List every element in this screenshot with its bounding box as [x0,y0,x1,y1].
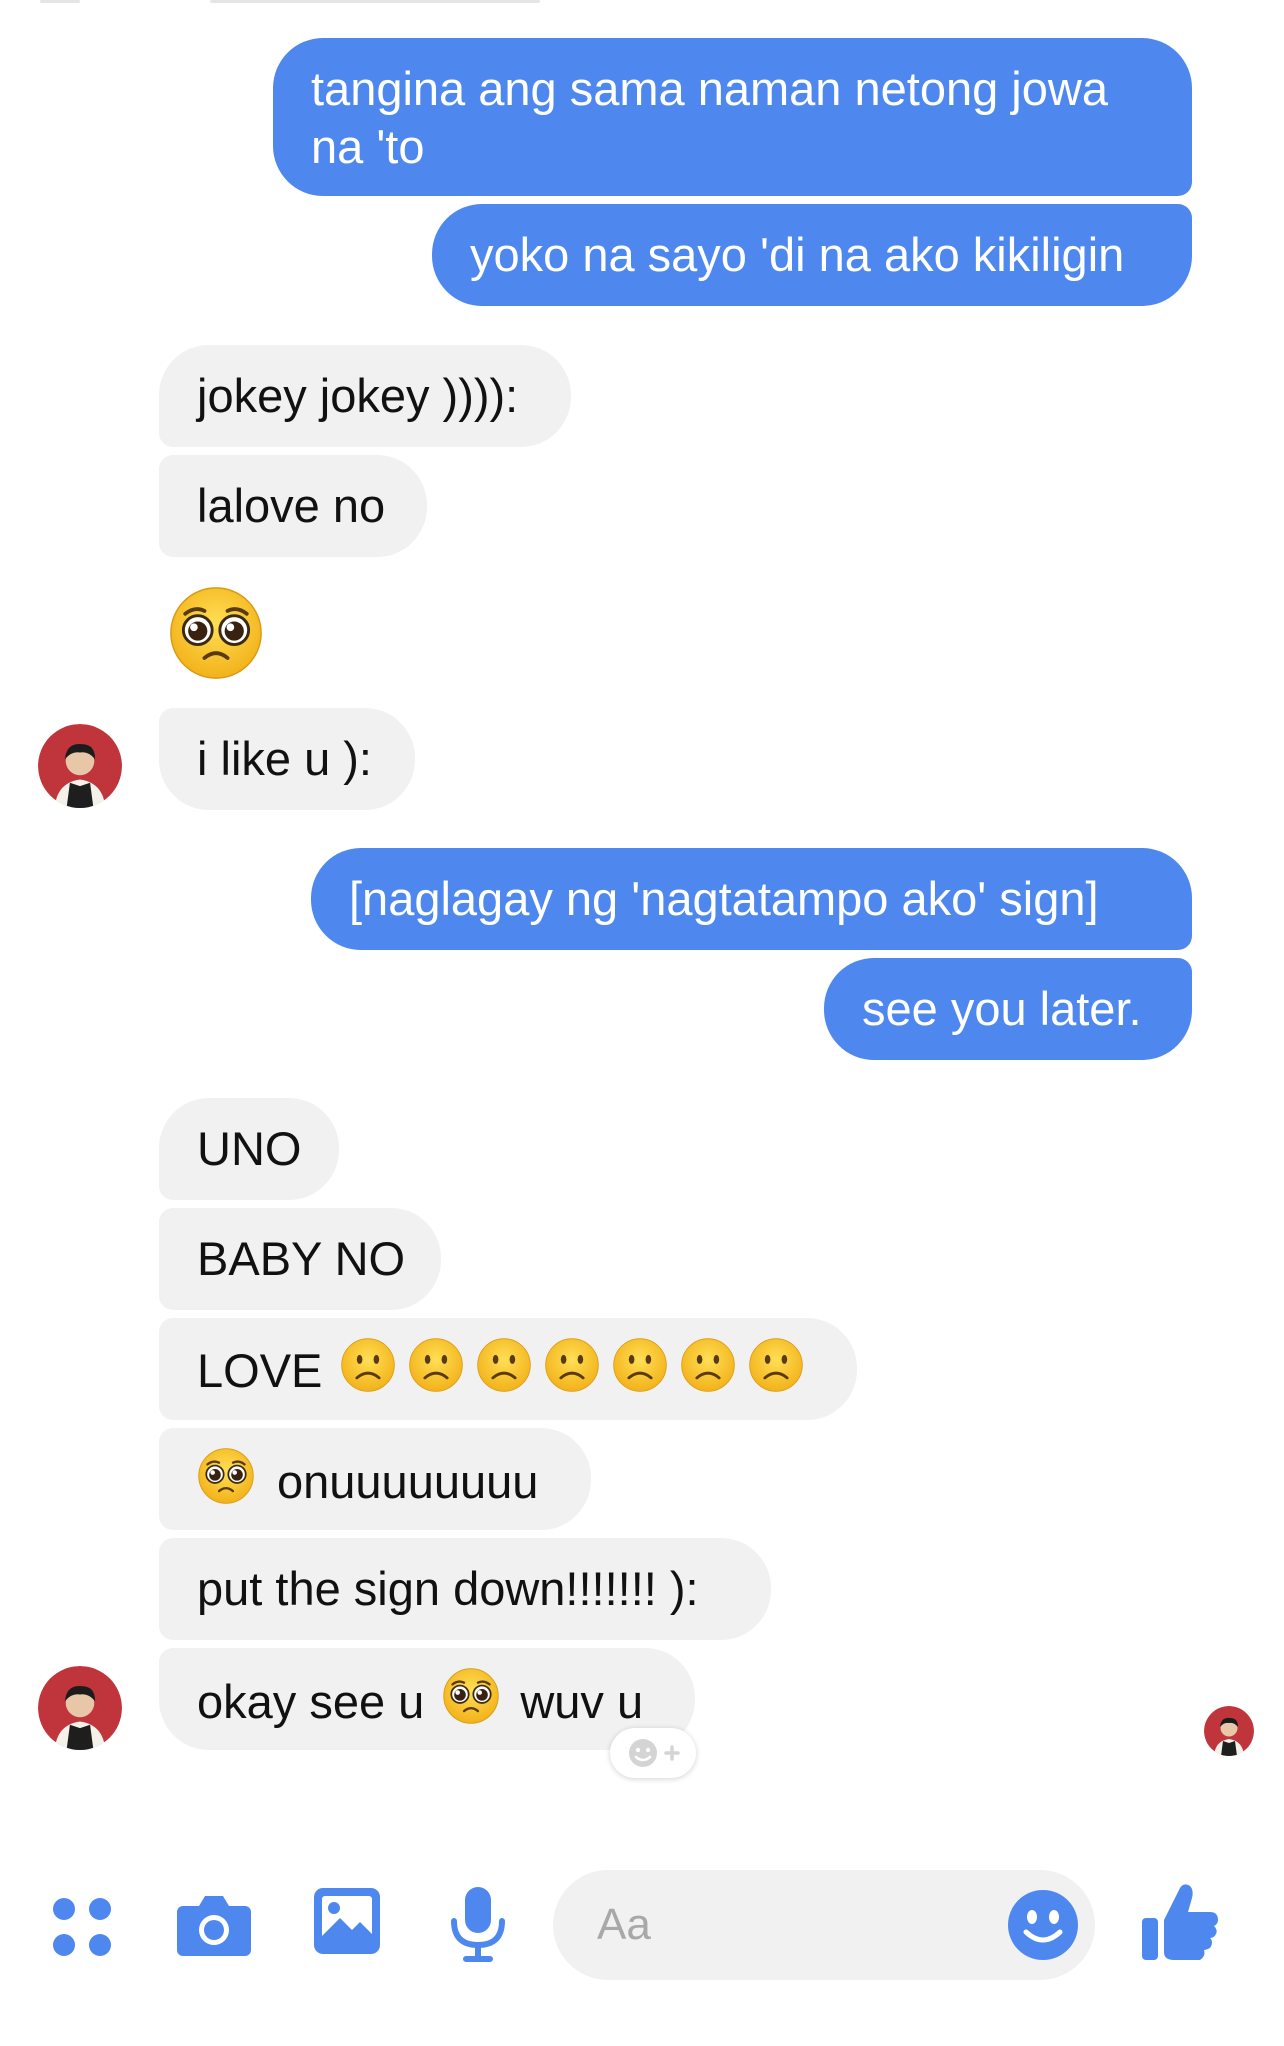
message-text: LOVE [197,1343,323,1397]
thumbs-up-icon[interactable] [1140,1880,1220,1964]
message-bubble-outgoing[interactable]: see you later. [824,958,1192,1060]
message-text: okay see u [197,1674,425,1728]
message-input-placeholder: Aa [597,1900,651,1949]
pleading-face-icon [197,1447,255,1518]
frowning-face-icon [340,1337,396,1406]
microphone-icon[interactable] [448,1885,508,1965]
apps-icon[interactable] [50,1895,114,1959]
message-text: UNO [197,1122,302,1175]
scrolled-previous-content [0,0,1284,6]
message-text: jokey jokey )))): [197,369,519,422]
message-bubble-incoming[interactable]: jokey jokey )))): [159,345,571,447]
message-text: i like u ): [197,732,372,785]
message-bubble-incoming[interactable]: lalove no [159,455,427,557]
emoji-icon[interactable] [1006,1888,1080,1962]
frowning-face-icon [680,1337,736,1406]
frowning-face-icon [748,1337,804,1406]
message-bubble-incoming[interactable]: UNO [159,1098,339,1200]
message-text-line: tangina ang sama naman netong jowa [311,62,1108,115]
message-bubble-incoming[interactable]: LOVE [159,1318,857,1420]
message-text: wuv u [520,1674,644,1728]
message-text: see you later. [862,982,1142,1035]
seen-indicator-avatar [1204,1706,1254,1756]
message-text: yoko na sayo 'di na ako kikiligin [470,228,1125,281]
message-bubble-incoming[interactable]: onuuuuuuuu [159,1428,591,1530]
message-text: put the sign down!!!!!!! ): [197,1562,699,1615]
message-bubble-incoming[interactable]: i like u ): [159,708,415,810]
photo-icon[interactable] [312,1886,382,1956]
frowning-face-icon [408,1337,464,1406]
frowning-face-icon [544,1337,600,1406]
pleading-face-icon [442,1667,500,1738]
message-text-line: na 'to [311,120,425,173]
message-text: lalove no [197,479,386,532]
message-bubble-outgoing[interactable]: yoko na sayo 'di na ako kikiligin [432,204,1192,306]
frowning-face-row [340,1344,804,1397]
message-bubble-incoming[interactable]: BABY NO [159,1208,441,1310]
camera-icon[interactable] [175,1888,253,1960]
message-text: [naglagay ng 'nagtatampo ako' sign] [349,872,1099,925]
contact-avatar[interactable] [38,1666,122,1750]
message-bubble-outgoing[interactable]: [naglagay ng 'nagtatampo ako' sign] [311,848,1192,950]
contact-avatar[interactable] [38,724,122,808]
add-reaction-button[interactable] [610,1728,696,1778]
message-text: BABY NO [197,1232,406,1285]
add-reaction-icon [629,1739,680,1767]
message-bubble-outgoing[interactable]: tangina ang sama naman netong jowa na 't… [273,38,1192,196]
pleading-face-icon[interactable] [168,585,264,681]
message-bubble-incoming[interactable]: put the sign down!!!!!!! ): [159,1538,771,1640]
frowning-face-icon [612,1337,668,1406]
message-text: onuuuuuuuu [277,1454,539,1508]
frowning-face-icon [476,1337,532,1406]
